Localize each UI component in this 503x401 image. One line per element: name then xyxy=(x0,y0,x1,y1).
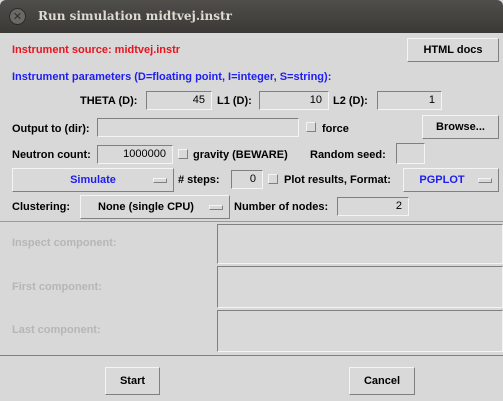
menu-indicator-icon xyxy=(478,178,492,183)
output-dir-input[interactable] xyxy=(97,118,299,137)
l1-input[interactable]: 10 xyxy=(259,91,329,110)
random-seed-label: Random seed: xyxy=(310,149,386,161)
menu-indicator-icon xyxy=(209,205,223,210)
last-component-field[interactable] xyxy=(217,310,503,352)
random-seed-input[interactable] xyxy=(396,143,425,164)
clustering-menu-label: None (single CPU) xyxy=(98,201,194,213)
simulate-menu[interactable]: Simulate xyxy=(12,168,174,192)
close-icon[interactable]: ✕ xyxy=(9,8,26,25)
output-dir-label: Output to (dir): xyxy=(12,123,90,135)
inspect-component-label: Inspect component: xyxy=(12,237,117,249)
window-title: Run simulation midtvej.instr xyxy=(38,9,232,23)
theta-input[interactable]: 45 xyxy=(146,91,212,110)
first-component-field[interactable] xyxy=(217,266,503,308)
action-panel xyxy=(0,355,503,401)
nodes-input[interactable]: 2 xyxy=(337,197,409,216)
cancel-button[interactable]: Cancel xyxy=(349,367,415,395)
clustering-label: Clustering: xyxy=(12,201,71,213)
format-menu-label: PGPLOT xyxy=(419,174,465,186)
menu-indicator-icon xyxy=(153,178,167,183)
instrument-source-label: Instrument source: midtvej.instr xyxy=(12,44,181,56)
plot-results-checkbox[interactable] xyxy=(268,174,278,184)
divider xyxy=(0,221,503,222)
simulate-menu-label: Simulate xyxy=(70,174,116,186)
force-checkbox[interactable] xyxy=(306,122,316,132)
inspect-component-field[interactable] xyxy=(217,224,503,264)
l1-label: L1 (D): xyxy=(217,95,252,107)
start-button[interactable]: Start xyxy=(105,367,160,395)
gravity-label: gravity (BEWARE) xyxy=(193,149,288,161)
plot-results-label: Plot results, Format: xyxy=(284,174,391,186)
l2-label: L2 (D): xyxy=(333,95,368,107)
force-label: force xyxy=(322,123,349,135)
nodes-label: Number of nodes: xyxy=(234,201,329,213)
l2-input[interactable]: 1 xyxy=(377,91,442,110)
browse-button[interactable]: Browse... xyxy=(422,115,499,139)
steps-label: # steps: xyxy=(178,174,220,186)
format-menu[interactable]: PGPLOT xyxy=(403,168,499,192)
neutron-count-label: Neutron count: xyxy=(12,149,91,161)
parameters-header: Instrument parameters (D=floating point,… xyxy=(12,71,332,83)
steps-input[interactable]: 0 xyxy=(231,170,263,189)
theta-label: THETA (D): xyxy=(80,95,138,107)
html-docs-button[interactable]: HTML docs xyxy=(407,38,499,62)
clustering-menu[interactable]: None (single CPU) xyxy=(80,195,230,219)
gravity-checkbox[interactable] xyxy=(178,149,188,159)
last-component-label: Last component: xyxy=(12,324,101,336)
neutron-count-input[interactable]: 1000000 xyxy=(97,145,173,164)
first-component-label: First component: xyxy=(12,281,102,293)
